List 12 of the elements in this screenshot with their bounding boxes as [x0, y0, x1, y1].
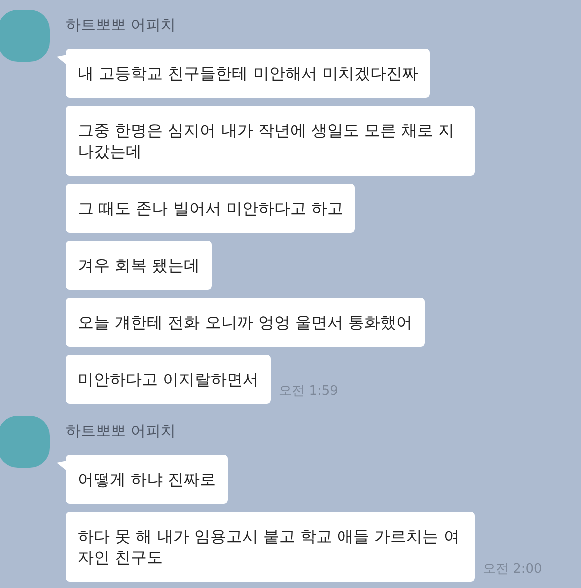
message-bubble: 미안하다고 이지랄하면서 — [66, 355, 272, 404]
bubble-tail — [57, 55, 67, 65]
message-bubble: 오늘 걔한테 전화 오니까 엉엉 울면서 통화했어 — [66, 298, 425, 347]
message-bubble: 그 때도 존나 빌어서 미안하다고 하고 — [66, 184, 356, 233]
avatar[interactable] — [0, 10, 50, 62]
sender-name: 하트뽀뽀 어피치 — [66, 16, 177, 35]
message-bubble: 그중 한명은 심지어 내가 작년에 생일도 모른 채로 지나갔는데 — [66, 106, 475, 176]
sender-name: 하트뽀뽀 어피치 — [66, 422, 177, 441]
message-bubble: 하다 못 해 내가 임용고시 붙고 학교 애들 가르치는 여자인 친구도 — [66, 512, 475, 582]
bubble-tail — [57, 461, 67, 471]
avatar[interactable] — [0, 416, 50, 468]
message-bubble: 겨우 회복 됐는데 — [66, 241, 212, 290]
